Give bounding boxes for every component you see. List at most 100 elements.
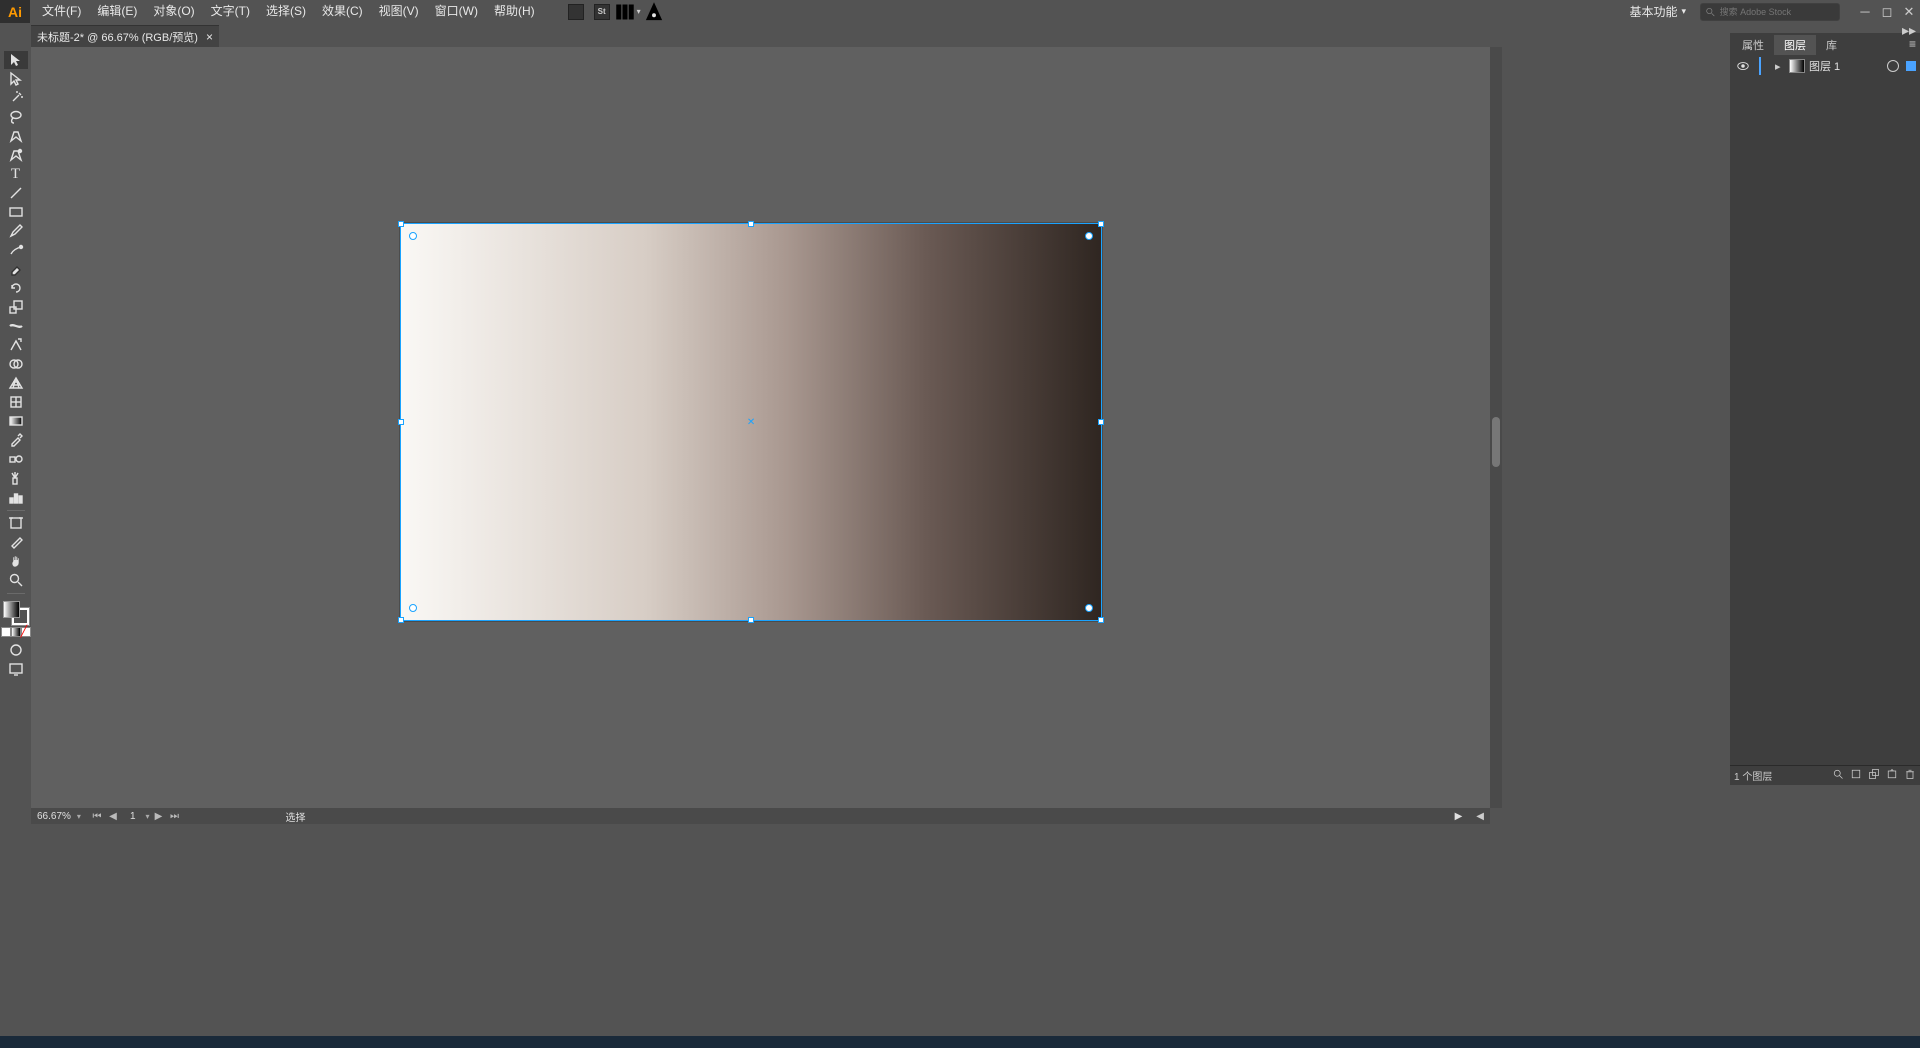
type-tool[interactable]: T bbox=[4, 165, 28, 183]
menubar: Ai 文件(F) 编辑(E) 对象(O) 文字(T) 选择(S) 效果(C) 视… bbox=[0, 0, 1920, 23]
close-tab-icon[interactable]: × bbox=[206, 30, 213, 44]
layer-target-icon[interactable] bbox=[1887, 60, 1899, 72]
hand-tool[interactable] bbox=[4, 552, 28, 570]
fill-stroke-control[interactable] bbox=[3, 601, 29, 625]
free-transform-tool[interactable] bbox=[4, 336, 28, 354]
shape-builder-tool[interactable] bbox=[4, 355, 28, 373]
hscroll-left-icon[interactable]: ◀ bbox=[1470, 811, 1490, 822]
corner-widget[interactable] bbox=[1085, 232, 1093, 240]
visibility-eye-icon[interactable] bbox=[1734, 57, 1752, 75]
fill-swatch[interactable] bbox=[3, 601, 20, 618]
column-graph-tool[interactable] bbox=[4, 488, 28, 506]
zoom-tool[interactable] bbox=[4, 571, 28, 589]
selection-handle[interactable] bbox=[748, 221, 754, 227]
selection-tool[interactable] bbox=[4, 51, 28, 69]
symbol-sprayer-tool[interactable] bbox=[4, 469, 28, 487]
last-artboard-button[interactable]: ⏭ bbox=[168, 811, 182, 822]
perspective-grid-tool[interactable] bbox=[4, 374, 28, 392]
new-layer-icon[interactable] bbox=[1886, 768, 1898, 783]
menu-file[interactable]: 文件(F) bbox=[34, 0, 89, 23]
prev-artboard-button[interactable]: ◀ bbox=[106, 811, 120, 822]
corner-widget[interactable] bbox=[409, 604, 417, 612]
workspace-switcher[interactable]: 基本功能 ▾ bbox=[1623, 3, 1692, 20]
scrollbar-thumb[interactable] bbox=[1492, 417, 1500, 467]
corner-widget[interactable] bbox=[1085, 604, 1093, 612]
layer-name[interactable]: 图层 1 bbox=[1809, 58, 1840, 74]
rotate-tool[interactable] bbox=[4, 279, 28, 297]
direct-selection-tool[interactable] bbox=[4, 70, 28, 88]
window-close-button[interactable]: ✕ bbox=[1898, 3, 1920, 21]
width-tool[interactable] bbox=[4, 317, 28, 335]
search-stock[interactable] bbox=[1700, 3, 1840, 21]
menu-type[interactable]: 文字(T) bbox=[203, 0, 258, 23]
create-sublayer-icon[interactable] bbox=[1868, 768, 1880, 783]
pen-tool[interactable] bbox=[4, 127, 28, 145]
color-mode-none[interactable]: ╱ bbox=[21, 627, 31, 637]
rectangle-tool[interactable] bbox=[4, 203, 28, 221]
arrange-documents-icon[interactable]: ▾ bbox=[615, 0, 641, 23]
mesh-tool[interactable] bbox=[4, 393, 28, 411]
delete-layer-icon[interactable] bbox=[1904, 768, 1916, 783]
search-input[interactable] bbox=[1720, 7, 1835, 17]
blend-tool[interactable] bbox=[4, 450, 28, 468]
stock-icon[interactable]: St bbox=[589, 0, 615, 23]
paintbrush-tool[interactable] bbox=[4, 222, 28, 240]
zoom-level[interactable]: 66.67% bbox=[31, 811, 77, 822]
selection-handle[interactable] bbox=[748, 617, 754, 623]
vertical-scrollbar[interactable] bbox=[1490, 47, 1502, 808]
window-maximize-button[interactable]: ◻ bbox=[1876, 3, 1898, 21]
selection-handle[interactable] bbox=[1098, 221, 1104, 227]
menu-select[interactable]: 选择(S) bbox=[258, 0, 314, 23]
blank-icon[interactable] bbox=[563, 0, 589, 23]
selected-rectangle[interactable]: ✕ bbox=[400, 223, 1102, 621]
menu-edit[interactable]: 编辑(E) bbox=[89, 0, 145, 23]
menu-view[interactable]: 视图(V) bbox=[371, 0, 427, 23]
artboard-tool[interactable] bbox=[4, 514, 28, 532]
slice-tool[interactable] bbox=[4, 533, 28, 551]
layers-panel-footer: 1 个图层 bbox=[1730, 765, 1920, 785]
corner-widget[interactable] bbox=[409, 232, 417, 240]
magic-wand-tool[interactable] bbox=[4, 89, 28, 107]
selection-handle[interactable] bbox=[398, 221, 404, 227]
tab-layers[interactable]: 图层 bbox=[1774, 35, 1816, 55]
selection-handle[interactable] bbox=[398, 419, 404, 425]
os-taskbar[interactable] bbox=[0, 1036, 1920, 1048]
panel-menu-icon[interactable]: ≡ bbox=[1909, 37, 1916, 51]
selection-handle[interactable] bbox=[398, 617, 404, 623]
menu-help[interactable]: 帮助(H) bbox=[486, 0, 543, 23]
selection-handle[interactable] bbox=[1098, 419, 1104, 425]
layer-row[interactable]: ▸ 图层 1 bbox=[1730, 55, 1920, 77]
locate-object-icon[interactable] bbox=[1832, 768, 1844, 783]
gradient-tool[interactable] bbox=[4, 412, 28, 430]
status-play-icon[interactable]: ▶ bbox=[1455, 811, 1471, 822]
make-clipping-mask-icon[interactable] bbox=[1850, 768, 1862, 783]
tab-libraries[interactable]: 库 bbox=[1816, 35, 1847, 55]
tab-properties[interactable]: 属性 bbox=[1732, 35, 1774, 55]
eraser-tool[interactable] bbox=[4, 260, 28, 278]
artboard-number[interactable]: 1 bbox=[122, 811, 144, 822]
selection-handle[interactable] bbox=[1098, 617, 1104, 623]
layer-selection-indicator[interactable] bbox=[1906, 61, 1916, 71]
line-tool[interactable] bbox=[4, 184, 28, 202]
menu-object[interactable]: 对象(O) bbox=[145, 0, 202, 23]
first-artboard-button[interactable]: ⏮ bbox=[90, 811, 104, 822]
next-artboard-button[interactable]: ▶ bbox=[152, 811, 166, 822]
document-tab[interactable]: 未标题-2* @ 66.67% (RGB/预览) × bbox=[31, 25, 219, 47]
menu-effect[interactable]: 效果(C) bbox=[314, 0, 371, 23]
eyedropper-tool[interactable] bbox=[4, 431, 28, 449]
lasso-tool[interactable] bbox=[4, 108, 28, 126]
draw-mode-icon[interactable] bbox=[4, 641, 28, 659]
document-tab-label: 未标题-2* @ 66.67% (RGB/预览) bbox=[37, 29, 198, 45]
window-minimize-button[interactable]: ─ bbox=[1854, 3, 1876, 21]
gpu-preview-icon[interactable] bbox=[641, 0, 667, 23]
menu-window[interactable]: 窗口(W) bbox=[427, 0, 486, 23]
color-mode-gradient[interactable] bbox=[11, 627, 21, 637]
shaper-tool[interactable] bbox=[4, 241, 28, 259]
screen-mode-icon[interactable] bbox=[4, 660, 28, 678]
curvature-tool[interactable] bbox=[4, 146, 28, 164]
canvas[interactable]: ✕ bbox=[31, 47, 1490, 808]
scale-tool[interactable] bbox=[4, 298, 28, 316]
disclosure-triangle-icon[interactable]: ▸ bbox=[1775, 60, 1785, 73]
color-mode-solid[interactable] bbox=[1, 627, 11, 637]
menu-items: 文件(F) 编辑(E) 对象(O) 文字(T) 选择(S) 效果(C) 视图(V… bbox=[30, 0, 667, 23]
